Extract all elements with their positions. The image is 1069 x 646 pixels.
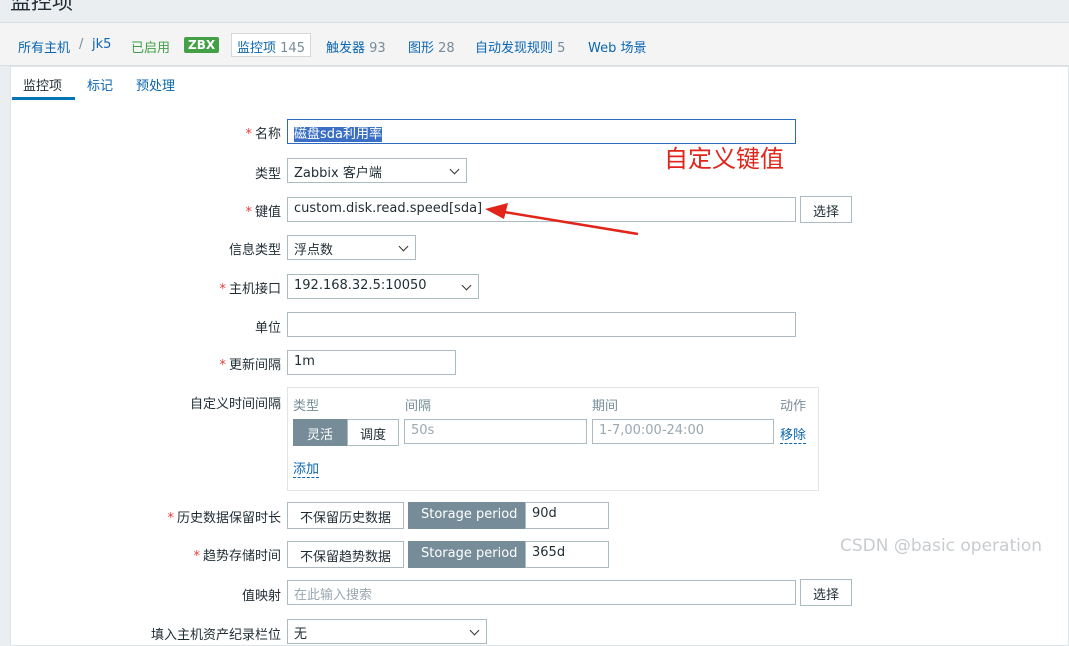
- breadcrumb-graphs[interactable]: 图形 28: [408, 37, 455, 56]
- remove-interval-link[interactable]: 移除: [780, 424, 807, 444]
- type-label: 类型: [254, 167, 281, 182]
- triggers-count: 93: [369, 41, 386, 56]
- trends-no-keep-toggle[interactable]: 不保留趋势数据: [287, 541, 405, 568]
- items-count: 145: [280, 41, 305, 56]
- valuemap-search-input[interactable]: 在此输入搜索: [287, 580, 796, 605]
- interface-select[interactable]: 192.168.32.5:10050: [287, 274, 479, 299]
- breadcrumb: 所有主机 / jk5 已启用 ZBX 监控项 145 触发器 93 图形 28 …: [0, 22, 1069, 66]
- trends-label: * 趋势存储时间: [193, 549, 281, 564]
- trends-period-input[interactable]: 365d: [525, 541, 609, 568]
- custom-intervals-label: 自定义时间间隔: [189, 397, 281, 412]
- chevron-down-icon: [461, 280, 472, 291]
- tab-preprocessing[interactable]: 预处理: [136, 75, 175, 94]
- discovery-label: 自动发现规则: [475, 41, 554, 56]
- page-title: 监控项: [10, 0, 73, 14]
- annotation-arrow: [485, 203, 639, 236]
- col-period-header: 期间: [592, 399, 619, 414]
- discovery-count: 5: [557, 41, 566, 56]
- status-enabled[interactable]: 已启用: [131, 37, 170, 56]
- items-label: 监控项: [237, 41, 277, 56]
- inventory-select[interactable]: 无: [287, 619, 487, 644]
- custom-interval-input[interactable]: 50s: [404, 419, 587, 444]
- custom-intervals-table: 类型 间隔 期间 动作 灵活 调度 50s 1-7,00:00-24:00 移除…: [287, 387, 819, 491]
- history-storage-toggle[interactable]: Storage period: [408, 502, 531, 529]
- units-input[interactable]: [287, 312, 796, 337]
- custom-period-input[interactable]: 1-7,00:00-24:00: [592, 419, 774, 444]
- info-type-select[interactable]: 浮点数: [287, 235, 416, 260]
- graphs-count: 28: [438, 41, 455, 56]
- col-type-header: 类型: [293, 399, 320, 414]
- annotation-text: 自定义键值: [664, 145, 784, 173]
- breadcrumb-discovery[interactable]: 自动发现规则 5: [475, 37, 565, 56]
- breadcrumb-separator: /: [79, 37, 84, 52]
- key-select-button[interactable]: 选择: [800, 196, 853, 223]
- triggers-label: 触发器: [326, 41, 366, 56]
- watermark: CSDN @basic operation: [840, 536, 1043, 556]
- breadcrumb-host[interactable]: jk5: [92, 37, 111, 52]
- breadcrumb-items[interactable]: 监控项 145: [231, 33, 311, 57]
- name-label: * 名称: [245, 127, 281, 142]
- chevron-down-icon: [449, 164, 460, 175]
- history-no-keep-toggle[interactable]: 不保留历史数据: [287, 502, 405, 529]
- chevron-down-icon: [469, 625, 480, 636]
- history-label: * 历史数据保留时长: [167, 511, 281, 526]
- info-type-label: 信息类型: [228, 243, 281, 258]
- type-select[interactable]: Zabbix 客户端: [287, 158, 467, 183]
- chevron-down-icon: [398, 241, 409, 252]
- tab-item[interactable]: 监控项: [23, 75, 62, 94]
- trends-storage-toggle[interactable]: Storage period: [408, 541, 531, 568]
- active-tab-indicator: [12, 97, 75, 100]
- graphs-label: 图形: [408, 41, 435, 56]
- inventory-label: 填入主机资产纪录栏位: [150, 628, 281, 643]
- zbx-availability-badge: ZBX: [184, 37, 220, 53]
- interface-label: * 主机接口: [219, 282, 281, 297]
- col-interval-header: 间隔: [405, 399, 432, 414]
- history-period-input[interactable]: 90d: [525, 502, 609, 529]
- units-label: 单位: [254, 321, 281, 336]
- breadcrumb-all-hosts[interactable]: 所有主机: [18, 37, 70, 56]
- key-label: * 键值: [245, 205, 281, 220]
- col-action-header: 动作: [780, 399, 807, 414]
- valuemap-select-button[interactable]: 选择: [800, 579, 853, 606]
- interval-input[interactable]: 1m: [287, 350, 456, 375]
- flexible-toggle[interactable]: 灵活: [293, 419, 348, 446]
- valuemap-label: 值映射: [241, 589, 281, 604]
- breadcrumb-web[interactable]: Web 场景: [588, 37, 646, 56]
- scheduling-toggle[interactable]: 调度: [347, 419, 400, 446]
- tab-tags[interactable]: 标记: [87, 75, 113, 94]
- interval-label: * 更新间隔: [219, 358, 281, 373]
- breadcrumb-triggers[interactable]: 触发器 93: [326, 37, 386, 56]
- item-form-panel: 监控项 标记 预处理 * 名称 磁盘sda利用率 类型 Zabbix 客户端 * 键…: [10, 66, 1069, 646]
- add-interval-link[interactable]: 添加: [293, 458, 320, 478]
